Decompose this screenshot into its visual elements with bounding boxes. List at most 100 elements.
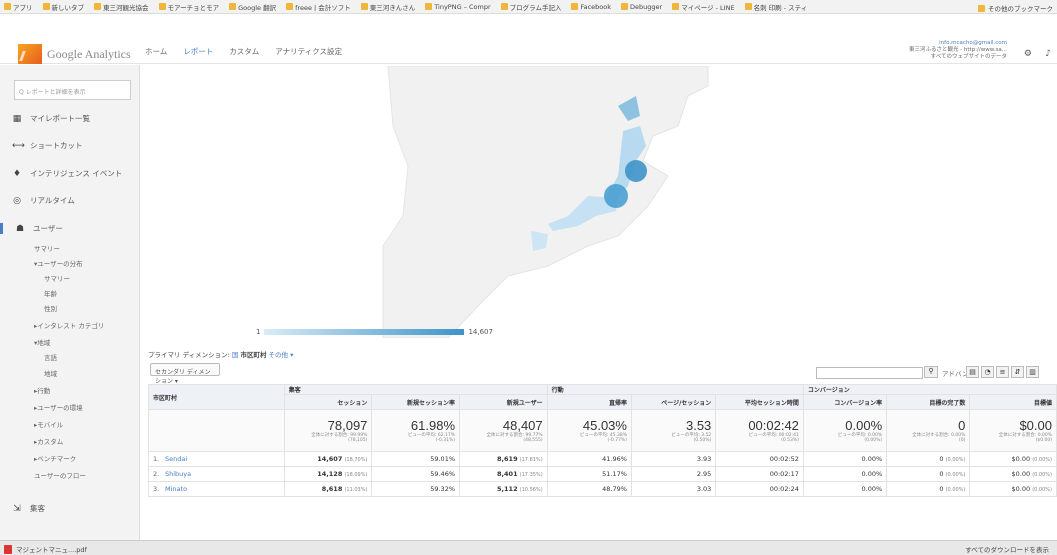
metric-value: 3.03 xyxy=(696,485,712,493)
bookmark-item[interactable]: Debugger xyxy=(621,3,662,11)
account-selector[interactable]: info.mcacho@gmail.com 東三河ふるさと観光 - http:/… xyxy=(909,40,1007,61)
dim-country-link[interactable]: 国 xyxy=(232,351,239,359)
report-search-input[interactable]: Q レポートと詳細を表示 xyxy=(14,80,131,100)
city-link[interactable]: Sendai xyxy=(165,455,187,463)
search-icon[interactable]: ⚲ xyxy=(924,366,938,378)
ga-logo[interactable]: Google Analytics xyxy=(18,44,131,64)
ga-header: Google Analytics ホーム レポート カスタム アナリティクス設定… xyxy=(0,14,1057,71)
bookmark-item[interactable]: 新しいタブ xyxy=(42,2,84,12)
sidebar-sub[interactable]: 地域 xyxy=(44,368,57,378)
sidebar-sub[interactable]: 年齢 xyxy=(44,288,57,298)
bookmark-item[interactable]: 名刺 印刷 - スティ xyxy=(744,2,807,12)
sidebar-item-shortcuts[interactable]: ⟷ ショートカット xyxy=(12,140,83,151)
sidebar-item-label: ショートカット xyxy=(30,141,83,150)
metric-percent: (11.03%) xyxy=(344,487,368,493)
metric-cell: $0.00 (0.00%) xyxy=(969,451,1057,467)
sidebar-sub[interactable]: ▸行動 xyxy=(34,385,50,395)
city-link[interactable]: Minato xyxy=(165,485,187,493)
sendai-bubble[interactable] xyxy=(625,160,647,182)
sidebar-sub[interactable]: ▾ユーザーの分布 xyxy=(34,258,83,268)
pie-view-icon[interactable]: ◔ xyxy=(981,366,994,378)
sidebar-sub[interactable]: サマリー xyxy=(44,273,70,283)
bookmark-item[interactable]: 東三河きんさん xyxy=(360,2,415,12)
metric-cell: 0.00% xyxy=(802,481,888,497)
dim-header[interactable]: 市区町村 xyxy=(148,384,285,410)
bookmark-item[interactable]: プログラム手記入 xyxy=(500,2,561,12)
logo-text: Google Analytics xyxy=(47,46,131,61)
account-email: info.mcacho@gmail.com xyxy=(939,40,1007,46)
metric-cell: 00:02:24 xyxy=(715,481,804,497)
col-header[interactable]: 直帰率 xyxy=(546,394,632,410)
table-search-input[interactable] xyxy=(816,367,923,379)
total-sub2: (0) xyxy=(959,438,966,443)
bookmark-item[interactable]: 東三河観光協会 xyxy=(94,2,149,12)
metric-value: 48.79% xyxy=(602,485,627,493)
sidebar-sub[interactable]: ▸ユーザーの環境 xyxy=(34,402,83,412)
col-header[interactable]: 平均セッション時間 xyxy=(715,394,804,410)
sidebar-sub[interactable]: サマリー xyxy=(34,243,60,253)
sidebar-item-acquisition[interactable]: ⇲ 集客 xyxy=(12,503,45,514)
col-header[interactable]: ページ/セッション xyxy=(630,394,717,410)
bulb-icon: ♦ xyxy=(12,168,22,179)
bookmark-item[interactable]: マイページ - LINE xyxy=(672,2,735,12)
sidebar-sub[interactable]: ▸ベンチマーク xyxy=(34,453,76,463)
city-link[interactable]: Shibuya xyxy=(165,470,191,478)
other-bookmarks[interactable]: その他のブックマーク xyxy=(978,3,1053,13)
row-number: 1. xyxy=(153,455,160,463)
sidebar-sub[interactable]: ▸インタレスト カテゴリ xyxy=(34,320,104,330)
bookmark-icon xyxy=(672,3,680,10)
col-header[interactable]: 新規セッション率 xyxy=(371,394,461,410)
geo-map[interactable] xyxy=(148,65,1057,339)
total-value: 45.03% xyxy=(582,418,627,433)
sidebar-sub[interactable]: ユーザーのフロー xyxy=(34,470,86,480)
tokyo-bubble[interactable] xyxy=(604,184,628,208)
pivot-view-icon[interactable]: ▥ xyxy=(1026,366,1039,378)
col-header[interactable]: 目標値 xyxy=(969,394,1057,410)
bookmark-item[interactable]: freee | 会計ソフト xyxy=(286,2,351,12)
show-all-downloads-link[interactable]: すべてのダウンロードを表示 xyxy=(965,544,1049,554)
sidebar-sub[interactable]: ▸カスタム xyxy=(34,436,63,446)
download-item[interactable]: マジェントマニュ....pdf xyxy=(4,544,87,554)
metric-value: 14,607 xyxy=(317,455,343,463)
bookmark-icon xyxy=(425,3,433,10)
bookmark-item[interactable]: Facebook xyxy=(571,3,611,11)
gear-icon[interactable]: ⚙ xyxy=(1024,49,1032,59)
metric-percent: (17.81%) xyxy=(519,457,543,463)
metric-percent: (0.00%) xyxy=(1032,472,1052,478)
sidebar-sub[interactable]: ▾地域 xyxy=(34,337,50,347)
col-header[interactable]: 新規ユーザー xyxy=(459,394,548,410)
bookmark-item[interactable]: アプリ xyxy=(4,2,33,12)
sidebar-sub[interactable]: ▸モバイル xyxy=(34,419,63,429)
bell-icon[interactable]: ♪ xyxy=(1045,49,1051,59)
sidebar-item-intelligence[interactable]: ♦ インテリジェンス イベント xyxy=(12,168,122,179)
sidebar-item-audience[interactable]: ☗ ユーザー xyxy=(0,223,63,234)
metric-value: 14,128 xyxy=(317,470,343,478)
bookmark-label: TinyPNG – Compr xyxy=(434,2,491,11)
bookmark-item[interactable]: Google 翻訳 xyxy=(229,2,276,12)
total-sub2: (0.50%) xyxy=(693,438,712,443)
col-header[interactable]: セッション xyxy=(283,394,373,410)
account-property: 東三河ふるさと観光 - http://www.sa... xyxy=(908,47,1007,53)
col-header[interactable]: 目標の完了数 xyxy=(886,394,971,410)
bookmark-item[interactable]: モアーチョとモア xyxy=(158,2,219,12)
total-value: 48,407 xyxy=(502,418,543,433)
sidebar-sub[interactable]: 言語 xyxy=(44,352,57,362)
metric-cell: 2.95 xyxy=(630,466,717,482)
total-cell: 00:02:42 ビューの平均: 00:02:41 (0.53%) xyxy=(715,409,804,452)
bookmark-icon xyxy=(621,3,629,10)
clock-icon: ◎ xyxy=(13,195,21,206)
table-view-icon[interactable]: ▤ xyxy=(966,366,979,378)
col-header[interactable]: コンバージョン率 xyxy=(802,394,888,410)
secondary-dimension-select[interactable]: セカンダリ ディメンション ▾ xyxy=(150,363,220,385)
metric-cell: 51.17% xyxy=(546,466,632,482)
bar-view-icon[interactable]: ≡ xyxy=(996,366,1009,378)
dim-other-link[interactable]: その他 ▾ xyxy=(269,351,294,359)
comparison-view-icon[interactable]: ⇵ xyxy=(1011,366,1024,378)
sidebar-item-realtime[interactable]: ◎ リアルタイム xyxy=(12,195,75,206)
bookmark-icon xyxy=(94,3,101,10)
sidebar-sub[interactable]: 性別 xyxy=(44,303,57,313)
total-cell: $0.00 全体に対する割合: 0.00% ($0.00) xyxy=(969,409,1057,452)
bookmark-icon xyxy=(158,3,166,10)
bookmark-item[interactable]: TinyPNG – Compr xyxy=(425,2,491,11)
sidebar-item-my-reports[interactable]: ▦ マイレポート一覧 xyxy=(12,113,90,124)
